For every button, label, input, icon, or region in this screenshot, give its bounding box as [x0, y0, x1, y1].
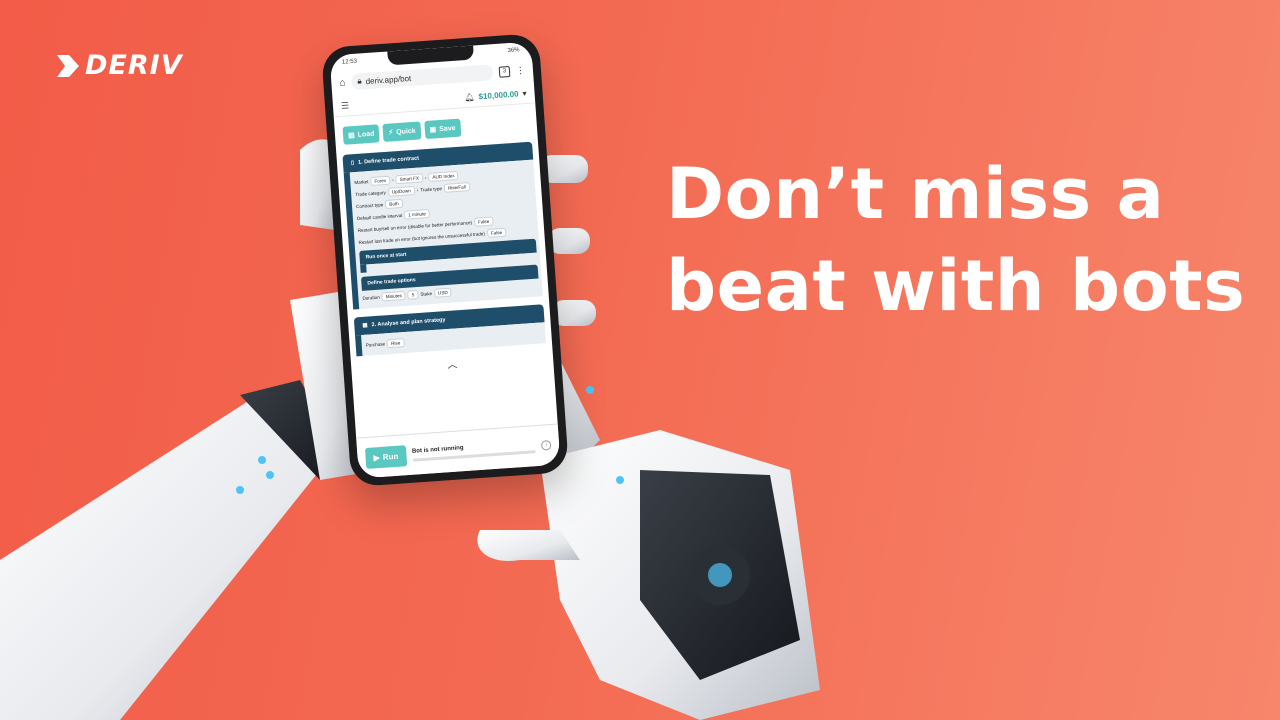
status-time: 12:53 — [341, 58, 358, 66]
chevron-right-icon: › — [424, 175, 427, 181]
save-label: Save — [438, 124, 456, 133]
trade-contract-block: Market Forex › Smart FX › AUD Index Trad… — [343, 159, 543, 310]
contract-type-label: Contract type — [355, 202, 384, 210]
folder-icon: ▤ — [347, 132, 355, 140]
block2-title: 2. Analyse and plan strategy — [371, 317, 446, 329]
balance-value: $10,000.00 — [478, 88, 519, 101]
restart-last-select[interactable]: False — [486, 227, 507, 239]
deriv-arrow-icon — [57, 54, 79, 77]
restart-buy-select[interactable]: False — [473, 216, 494, 227]
submarket-select[interactable]: Smart FX — [395, 173, 424, 185]
phone-screen: 12:53 36% ⌂ 🔒︎ deriv.app/bot 3 ⋮ ☰ 🔔︎ $1… — [329, 41, 561, 479]
candle-interval-select[interactable]: 1 minute — [403, 208, 431, 220]
symbol-select[interactable]: AUD Index — [428, 170, 459, 182]
bot-status: Bot is not running — [412, 440, 536, 462]
brand-name: DERIV — [85, 50, 183, 81]
run-label: Run — [382, 451, 399, 462]
grid-icon: ▦ — [362, 322, 368, 329]
floppy-icon: ▣ — [429, 126, 437, 134]
robot-hands-illustration — [0, 139, 820, 720]
document-icon: ▯ — [350, 160, 355, 167]
bell-icon[interactable]: 🔔︎ — [464, 92, 475, 102]
trade-type-select[interactable]: Rise/Fall — [443, 182, 471, 193]
url-text: deriv.app/bot — [365, 73, 412, 86]
chevron-right-icon: › — [416, 187, 419, 193]
load-label: Load — [357, 130, 375, 139]
headline-line-1: Don’t miss a — [666, 153, 1165, 235]
headline-line-2: beat with bots — [666, 245, 1246, 327]
market-select[interactable]: Forex — [370, 175, 391, 187]
quick-strategy-button[interactable]: ⚡︎ Quick — [382, 121, 422, 142]
purchase-label: Purchase — [365, 341, 386, 348]
chevron-right-icon: › — [391, 177, 394, 183]
contract-type-select[interactable]: Both — [384, 198, 404, 210]
save-button[interactable]: ▣ Save — [423, 118, 462, 140]
more-options-icon[interactable]: ⋮ — [516, 64, 526, 76]
run-button[interactable]: ▶ Run — [364, 444, 407, 469]
tabs-count-button[interactable]: 3 — [498, 65, 511, 78]
stake-label: Stake — [420, 290, 433, 297]
trade-category-label: Trade category — [355, 189, 387, 198]
quick-label: Quick — [395, 127, 416, 136]
play-icon: ▶ — [373, 452, 381, 462]
chevron-down-icon: ▾ — [522, 88, 527, 98]
info-icon[interactable]: i — [540, 440, 552, 451]
load-button[interactable]: ▤ Load — [342, 124, 380, 145]
duration-value-input[interactable]: 5 — [407, 289, 419, 300]
market-label: Market — [354, 179, 369, 186]
currency-select[interactable]: USD — [433, 287, 453, 298]
block1-title: 1. Define trade contract — [357, 155, 420, 166]
candle-interval-label: Default candle interval — [356, 212, 403, 222]
blockly-workspace[interactable]: ▯ 1. Define trade contract Market Forex … — [336, 137, 553, 378]
lock-icon: 🔒︎ — [357, 76, 362, 86]
lightning-icon: ⚡︎ — [388, 129, 394, 137]
duration-unit-select[interactable]: Minutes — [381, 290, 407, 302]
hamburger-menu-icon[interactable]: ☰ — [341, 100, 350, 112]
duration-label: Duration — [362, 294, 380, 301]
purchase-select[interactable]: Rise — [386, 338, 405, 349]
smartphone: 12:53 36% ⌂ 🔒︎ deriv.app/bot 3 ⋮ ☰ 🔔︎ $1… — [320, 32, 570, 488]
home-icon[interactable]: ⌂ — [339, 77, 346, 88]
headline: Don’t miss a beat with bots — [666, 148, 1246, 332]
deriv-logo: DERIV — [55, 50, 183, 81]
run-panel: ▶ Run Bot is not running i — [356, 423, 561, 479]
trade-type-label: Trade type — [420, 186, 443, 193]
status-battery: 36% — [507, 47, 520, 55]
trade-category-select[interactable]: Up/Down — [387, 185, 416, 197]
account-balance[interactable]: 🔔︎ $10,000.00 ▾ — [464, 88, 527, 101]
